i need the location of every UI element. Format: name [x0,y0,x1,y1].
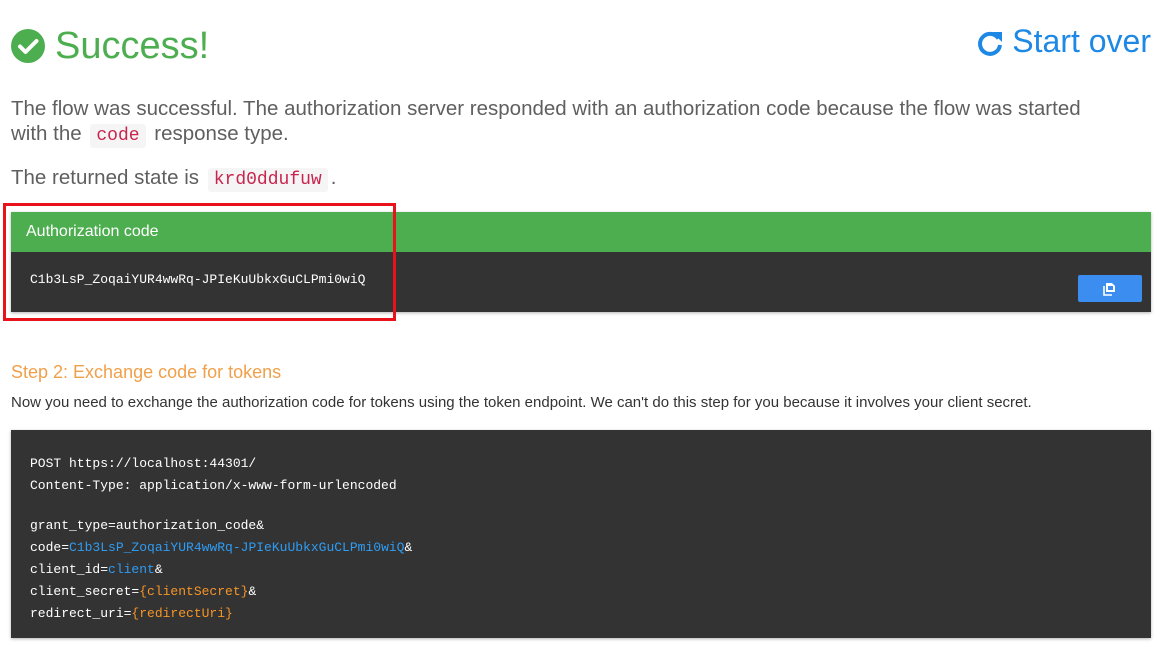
redirect-uri-value: {redirectUri} [131,606,233,621]
state-value: krd0ddufuw [207,168,328,192]
authorization-code-value[interactable]: C1b3LsP_ZoqaiYUR4wwRq-JPIeKuUbkxGuCLPmi0… [30,272,365,288]
state-label: The returned state is [11,166,200,189]
copy-button[interactable] [1078,275,1142,302]
step2-description: Now you need to exchange the authorizati… [11,394,1032,411]
code-gap [30,497,1151,515]
client-secret-suffix: & [248,584,257,599]
client-id-key: client_id= [30,562,109,577]
code-param-suffix: & [404,540,413,555]
redirect-uri-line: redirect_uri={redirectUri} [30,603,1151,625]
intro-text: The flow was successful. The authorizati… [11,96,1121,148]
client-secret-key: client_secret= [30,584,140,599]
state-suffix: . [330,166,337,189]
code-param-key: code= [30,540,70,555]
client-id-suffix: & [154,562,163,577]
copy-icon [1103,282,1117,296]
code-param-value: C1b3LsP_ZoqaiYUR4wwRq-JPIeKuUbkxGuCLPmi0… [69,540,405,555]
client-id-line: client_id=client& [30,559,1151,581]
step2-heading: Step 2: Exchange code for tokens [11,362,282,382]
returned-state: The returned state is krd0ddufuw. [11,165,336,192]
grant-type-line: grant_type=authorization_code& [30,518,265,533]
authorization-code-heading: Authorization code [11,212,1151,252]
response-type-code: code [90,124,146,148]
page-title: Success! [55,25,210,67]
start-over-label: Start over [1012,23,1151,59]
check-circle-icon [11,29,45,63]
start-over-link[interactable]: Start over [976,22,1151,60]
refresh-icon [976,27,1004,56]
intro-text-after: response type. [154,122,289,145]
request-line: POST https://localhost:44301/ [30,456,257,471]
client-secret-line: client_secret={clientSecret}& [30,581,1151,603]
client-id-value: client [108,562,155,577]
page-header: Success! Start over [11,22,1151,72]
authorization-code-card: Authorization code C1b3LsP_ZoqaiYUR4wwRq… [11,212,1151,312]
token-request-code-block: POST https://localhost:44301/ Content-Ty… [11,430,1151,638]
content-type-line: Content-Type: application/x-www-form-url… [30,478,397,493]
code-param-line: code=C1b3LsP_ZoqaiYUR4wwRq-JPIeKuUbkxGuC… [30,537,1151,559]
authorization-code-body: C1b3LsP_ZoqaiYUR4wwRq-JPIeKuUbkxGuCLPmi0… [11,252,1151,312]
redirect-uri-key: redirect_uri= [30,606,132,621]
client-secret-value: {clientSecret} [139,584,249,599]
title-group: Success! [11,26,209,66]
